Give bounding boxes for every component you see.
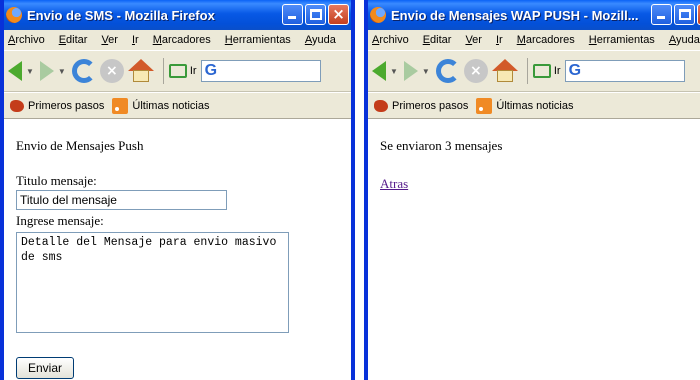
navigation-toolbar: ▼ ▼ × Ir G (368, 50, 700, 92)
right-browser-window: Envio de Mensajes WAP PUSH - Mozill... ×… (364, 0, 700, 380)
bookmark-ultimas-noticias[interactable]: Últimas noticias (132, 100, 209, 112)
go-icon (532, 64, 551, 78)
close-button[interactable]: × (328, 4, 349, 25)
maximize-icon (310, 9, 322, 20)
reload-button[interactable] (435, 59, 460, 83)
menu-herramientas[interactable]: Herramientas (225, 34, 291, 46)
minimize-icon (657, 16, 665, 19)
menu-bar: Archivo Editar Ver Ir Marcadores Herrami… (4, 30, 351, 50)
back-button[interactable] (8, 61, 22, 81)
left-browser-window: Envio de SMS - Mozilla Firefox × Archivo… (0, 0, 355, 380)
page-heading: Envio de Mensajes Push (16, 138, 144, 153)
menu-editar[interactable]: Editar (423, 34, 452, 46)
maximize-icon (679, 9, 691, 20)
menu-ayuda[interactable]: Ayuda (305, 34, 336, 46)
title-label: Titulo mensaje: (16, 173, 97, 188)
forward-dropdown-icon[interactable]: ▼ (422, 67, 430, 76)
menu-ir[interactable]: Ir (132, 34, 139, 46)
menu-editar[interactable]: Editar (59, 34, 88, 46)
back-arrow-icon (372, 61, 386, 81)
forward-button[interactable] (403, 61, 418, 81)
bookmark-primeros-pasos[interactable]: Primeros pasos (392, 100, 468, 112)
menu-ver[interactable]: Ver (465, 34, 482, 46)
toolbar-separator (526, 58, 528, 84)
back-dropdown-icon[interactable]: ▼ (390, 67, 398, 76)
menu-archivo[interactable]: Archivo (372, 34, 409, 46)
google-icon: G (204, 62, 218, 79)
stop-icon: × (463, 59, 488, 83)
go-icon (168, 64, 187, 78)
title-bar: Envio de Mensajes WAP PUSH - Mozill... × (368, 0, 700, 30)
message-textarea[interactable]: Detalle del Mensaje para envio masivo de… (16, 232, 289, 333)
bookmark-primeros-pasos[interactable]: Primeros pasos (28, 100, 104, 112)
title-bar: Envio de SMS - Mozilla Firefox × (4, 0, 351, 30)
menu-archivo[interactable]: Archivo (8, 34, 45, 46)
rss-icon (476, 97, 493, 114)
stop-button[interactable]: × (463, 59, 488, 83)
navigation-toolbar: ▼ ▼ × Ir G (4, 50, 351, 92)
forward-dropdown-icon[interactable]: ▼ (58, 67, 66, 76)
go-label: Ir (189, 65, 197, 77)
stop-button[interactable]: × (99, 59, 124, 83)
menu-marcadores[interactable]: Marcadores (517, 34, 575, 46)
primeros-pasos-icon (374, 99, 388, 112)
google-search-box[interactable]: G (564, 60, 685, 82)
back-arrow-icon (8, 61, 22, 81)
menu-ayuda[interactable]: Ayuda (669, 34, 700, 46)
menu-bar: Archivo Editar Ver Ir Marcadores Herrami… (368, 30, 700, 50)
stop-icon: × (99, 59, 124, 83)
minimize-button[interactable] (282, 4, 303, 25)
firefox-icon (370, 7, 386, 23)
home-icon (491, 59, 518, 83)
back-dropdown-icon[interactable]: ▼ (26, 67, 34, 76)
forward-button[interactable] (39, 61, 54, 81)
maximize-button[interactable] (305, 4, 326, 25)
bookmarks-toolbar: Primeros pasos Últimas noticias (368, 93, 700, 119)
forward-arrow-icon (403, 61, 418, 81)
bookmarks-toolbar: Primeros pasos Últimas noticias (4, 93, 351, 119)
home-button[interactable] (127, 59, 154, 83)
maximize-button[interactable] (674, 4, 695, 25)
reload-button[interactable] (71, 59, 96, 83)
page-content: Se enviaron 3 mensajes Atras (368, 120, 700, 380)
close-icon: × (332, 5, 345, 23)
menu-ver[interactable]: Ver (101, 34, 118, 46)
back-link[interactable]: Atras (380, 176, 408, 192)
go-button[interactable]: Ir (532, 64, 561, 78)
home-button[interactable] (491, 59, 518, 83)
toolbar-separator (162, 58, 164, 84)
go-label: Ir (553, 65, 561, 77)
window-title: Envio de SMS - Mozilla Firefox (27, 7, 215, 23)
firefox-icon (6, 7, 22, 23)
rss-icon (112, 97, 129, 114)
minimize-icon (288, 16, 296, 19)
menu-herramientas[interactable]: Herramientas (589, 34, 655, 46)
bookmark-ultimas-noticias[interactable]: Últimas noticias (496, 100, 573, 112)
go-button[interactable]: Ir (168, 64, 197, 78)
primeros-pasos-icon (10, 99, 24, 112)
title-input[interactable] (16, 190, 227, 210)
menu-ir[interactable]: Ir (496, 34, 503, 46)
reload-icon (435, 59, 460, 83)
google-icon: G (568, 62, 582, 79)
home-icon (127, 59, 154, 83)
forward-arrow-icon (39, 61, 54, 81)
menu-marcadores[interactable]: Marcadores (153, 34, 211, 46)
send-button[interactable]: Enviar (16, 357, 74, 379)
message-label: Ingrese mensaje: (16, 213, 104, 228)
back-button[interactable] (372, 61, 386, 81)
page-content: Envio de Mensajes Push Titulo mensaje: I… (4, 120, 351, 380)
window-title: Envio de Mensajes WAP PUSH - Mozill... (391, 7, 639, 23)
google-search-box[interactable]: G (200, 60, 321, 82)
minimize-button[interactable] (651, 4, 672, 25)
reload-icon (71, 59, 96, 83)
result-message: Se enviaron 3 mensajes (380, 138, 503, 153)
